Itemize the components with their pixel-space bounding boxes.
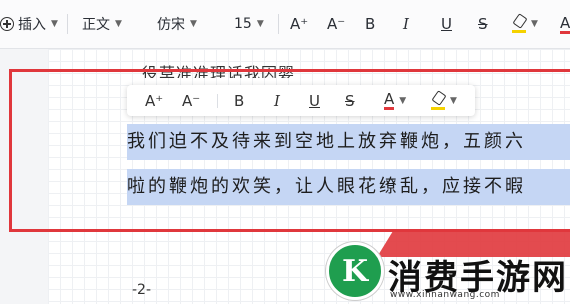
insert-label: 插入 [18,17,46,33]
selected-text-line[interactable]: 啦的鞭炮的欢笑，让人眼花缭乱，应接不暇 [127,169,570,205]
decrease-font-icon: A⁻ [182,91,201,110]
decrease-font-icon: A⁻ [327,15,346,33]
chevron-down-icon: ▼ [256,19,264,29]
page-number: -2- [132,282,152,298]
underline-button[interactable]: U [441,0,452,48]
italic-icon: I [274,91,280,110]
toolbar-divider [67,14,68,34]
formatting-toolbar: 插入 ▼ 正文 ▼ 仿宋 ▼ 15 ▼ A⁺ A⁻ B I U S ▼ A [0,0,570,49]
chevron-down-icon: ▼ [51,19,58,29]
decrease-font-button[interactable]: A⁻ [327,0,345,48]
font-family-select[interactable]: 仿宋 ▼ [157,0,197,48]
font-size-value: 15 [234,16,252,32]
bold-button[interactable]: B [365,0,375,48]
italic-icon: I [403,15,409,33]
highlight-button[interactable]: ▼ [512,0,538,48]
chevron-down-icon: ▼ [115,19,122,29]
float-increase-font-button[interactable]: A⁺ [145,85,163,116]
strikethrough-icon: S [345,91,355,110]
increase-font-button[interactable]: A⁺ [290,0,308,48]
strikethrough-button[interactable]: S [478,0,488,48]
increase-font-icon: A⁺ [145,91,164,110]
highlighter-icon [431,89,447,110]
toolbar-divider [217,94,218,108]
font-color-icon: A [384,90,395,110]
chevron-down-icon: ▼ [399,95,407,106]
chevron-down-icon: ▼ [190,19,197,29]
paragraph-style-select[interactable]: 正文 ▼ [82,0,122,48]
font-size-select[interactable]: 15 ▼ [234,0,264,48]
float-italic-button[interactable]: I [274,85,280,116]
font-color-button[interactable]: A [560,0,570,48]
site-watermark: K 消费手游网 www.xinnanwang.com [322,231,570,304]
chevron-down-icon: ▼ [531,19,538,29]
selected-text-line[interactable]: 我们迫不及待来到空地上放弃鞭炮，五颜六 [127,124,570,160]
strikethrough-icon: S [478,15,488,33]
float-font-color-button[interactable]: A ▼ [384,85,406,116]
watermark-url: www.xinnanwang.com [390,290,500,300]
underline-icon: U [441,15,452,33]
float-strikethrough-button[interactable]: S [345,85,355,116]
float-highlight-button[interactable]: ▼ [431,85,457,116]
italic-button[interactable]: I [403,0,409,48]
floating-format-toolbar: A⁺ A⁻ B I U S A ▼ ▼ [127,85,475,116]
watermark-logo: K [326,242,384,300]
bold-icon: B [365,15,376,33]
chevron-down-icon: ▼ [450,95,457,106]
font-color-icon: A [560,13,570,34]
float-underline-button[interactable]: U [309,85,320,116]
paragraph-style-value: 正文 [82,17,110,33]
float-bold-button[interactable]: B [234,85,244,116]
toolbar-divider [278,14,279,34]
insert-icon [0,17,14,31]
float-decrease-font-button[interactable]: A⁻ [182,85,200,116]
increase-font-icon: A⁺ [290,15,309,33]
highlighter-icon [512,13,528,33]
bold-icon: B [234,91,245,110]
underline-icon: U [309,91,320,110]
insert-button[interactable]: 插入 ▼ [0,0,58,48]
font-family-value: 仿宋 [157,17,185,33]
